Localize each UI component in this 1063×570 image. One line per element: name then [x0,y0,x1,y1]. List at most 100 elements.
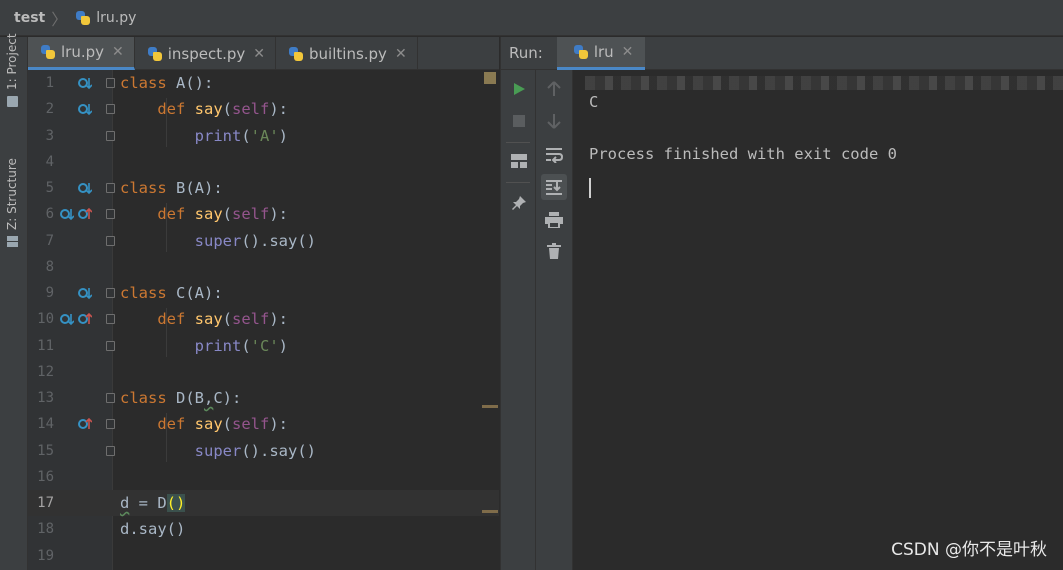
code-line[interactable]: 15 super().say() [28,438,499,464]
console-caret [589,178,591,198]
run-tool-window: Run: lru ✕ C Process finished with exit … [500,36,1063,570]
code-line[interactable]: 10 def say(self): [28,306,499,332]
code-line[interactable]: 11 print('C') [28,333,499,359]
structure-tool-label: Z: Structure [5,158,19,230]
console-output[interactable]: C Process finished with exit code 0 [589,89,897,167]
close-icon[interactable]: ✕ [395,46,407,62]
fold-marker-icon[interactable] [106,393,115,403]
python-file-icon [147,46,163,62]
soft-wrap-icon[interactable] [541,142,567,168]
code-editor[interactable]: 1 class A(): 2 def say(self): 3 print('A') 4… [28,70,499,570]
code-line[interactable]: 9 class C(A): [28,280,499,306]
editor-tab-label: inspect.py [167,44,246,63]
layout-icon[interactable] [506,148,532,174]
warning-marker[interactable] [482,405,498,408]
fold-marker-icon[interactable] [106,130,115,141]
arrow-up-icon[interactable] [541,76,567,102]
fold-marker-icon[interactable] [106,183,115,193]
fold-marker-icon[interactable] [106,340,115,351]
code-line[interactable]: 17 d = D() [28,490,499,516]
code-line[interactable]: 14 def say(self): [28,411,499,437]
editor-tab-inspect[interactable]: inspect.py ✕ [135,37,277,70]
overrides-marker-icon[interactable] [78,417,92,431]
editor-tab-builtins[interactable]: builtins.py ✕ [276,37,418,70]
code-line[interactable]: 16 [28,464,499,490]
project-tool-window-tab[interactable]: 1: Project [5,33,19,107]
overridden-marker-icon[interactable] [60,207,74,221]
indent-guide [166,98,167,147]
structure-icon [6,236,18,247]
trash-icon[interactable] [541,238,567,264]
fold-marker-icon[interactable] [106,288,115,298]
line-number: 17 [37,495,54,511]
analysis-status-icon[interactable] [484,72,496,84]
code-line[interactable]: 6 def say(self): [28,201,499,227]
console-output-line: C [589,93,599,111]
line-number: 1 [45,75,54,91]
watermark: CSDN @你不是叶秋 [891,540,1047,560]
python-icon [573,44,589,60]
line-number: 6 [45,206,54,223]
breadcrumb-separator-icon: 〉 [51,9,68,29]
overridden-marker-icon[interactable] [78,76,92,90]
overrides-marker-icon[interactable] [78,207,92,221]
fold-marker-icon[interactable] [106,78,115,88]
fold-marker-icon[interactable] [106,235,115,246]
run-toolbar [501,70,536,570]
code-line[interactable]: 8 [28,254,499,280]
console-exit-message: Process finished with exit code 0 [589,145,897,163]
arrow-down-icon[interactable] [541,108,567,134]
line-number: 19 [37,547,54,564]
pin-icon[interactable] [506,190,532,216]
editor-tab-lru[interactable]: lru.py ✕ [28,37,135,70]
code-line[interactable]: 19 [28,543,499,569]
overridden-marker-icon[interactable] [78,102,92,116]
code-text: d = D() [120,494,186,512]
code-text: class C(A): [120,284,223,302]
print-icon[interactable] [541,207,567,233]
run-label: Run: [509,44,543,62]
run-icon[interactable] [506,76,532,102]
code-text: class B(A): [120,179,223,197]
fold-marker-icon[interactable] [106,419,115,430]
code-line[interactable]: 2 def say(self): [28,96,499,122]
stop-icon[interactable] [506,108,532,134]
code-line[interactable]: 13 class D(B,C): [28,385,499,411]
breadcrumb-file[interactable]: lru.py [75,10,136,26]
line-number: 2 [45,101,54,118]
code-line[interactable]: 12 [28,359,499,385]
python-file-icon [288,46,304,62]
code-text: class A(): [120,74,214,92]
close-icon[interactable]: ✕ [112,44,124,60]
editor-tab-bar: lru.py ✕ inspect.py ✕ builtins.py ✕ [28,37,499,70]
indent-guide [166,203,167,252]
fold-marker-icon[interactable] [106,445,115,456]
code-line[interactable]: 18 d.say() [28,516,499,542]
code-line[interactable]: 3 print('A') [28,123,499,149]
fold-marker-icon[interactable] [106,314,115,325]
code-text: class D(B,C): [120,389,242,407]
close-icon[interactable]: ✕ [622,44,634,60]
overrides-marker-icon[interactable] [78,312,92,326]
python-file-icon [40,44,56,60]
line-number: 7 [45,232,54,249]
warning-marker[interactable] [482,510,498,513]
overridden-marker-icon[interactable] [78,181,92,195]
run-tab-lru[interactable]: lru ✕ [556,36,646,70]
overridden-marker-icon[interactable] [78,286,92,300]
structure-tool-window-tab[interactable]: Z: Structure [5,158,19,247]
code-line[interactable]: 4 [28,149,499,175]
line-number: 3 [45,127,54,144]
code-line[interactable]: 7 super().say() [28,228,499,254]
code-line[interactable]: 5 class B(A): [28,175,499,201]
navigation-bar: test 〉 lru.py [0,0,1063,36]
scroll-to-end-icon[interactable] [541,174,567,200]
breadcrumb-project[interactable]: test [14,10,45,26]
line-number: 18 [37,521,54,538]
fold-marker-icon[interactable] [106,209,115,220]
fold-marker-icon[interactable] [106,104,115,115]
code-line[interactable]: 1 class A(): [28,70,499,96]
overridden-marker-icon[interactable] [60,312,74,326]
close-icon[interactable]: ✕ [253,46,265,62]
